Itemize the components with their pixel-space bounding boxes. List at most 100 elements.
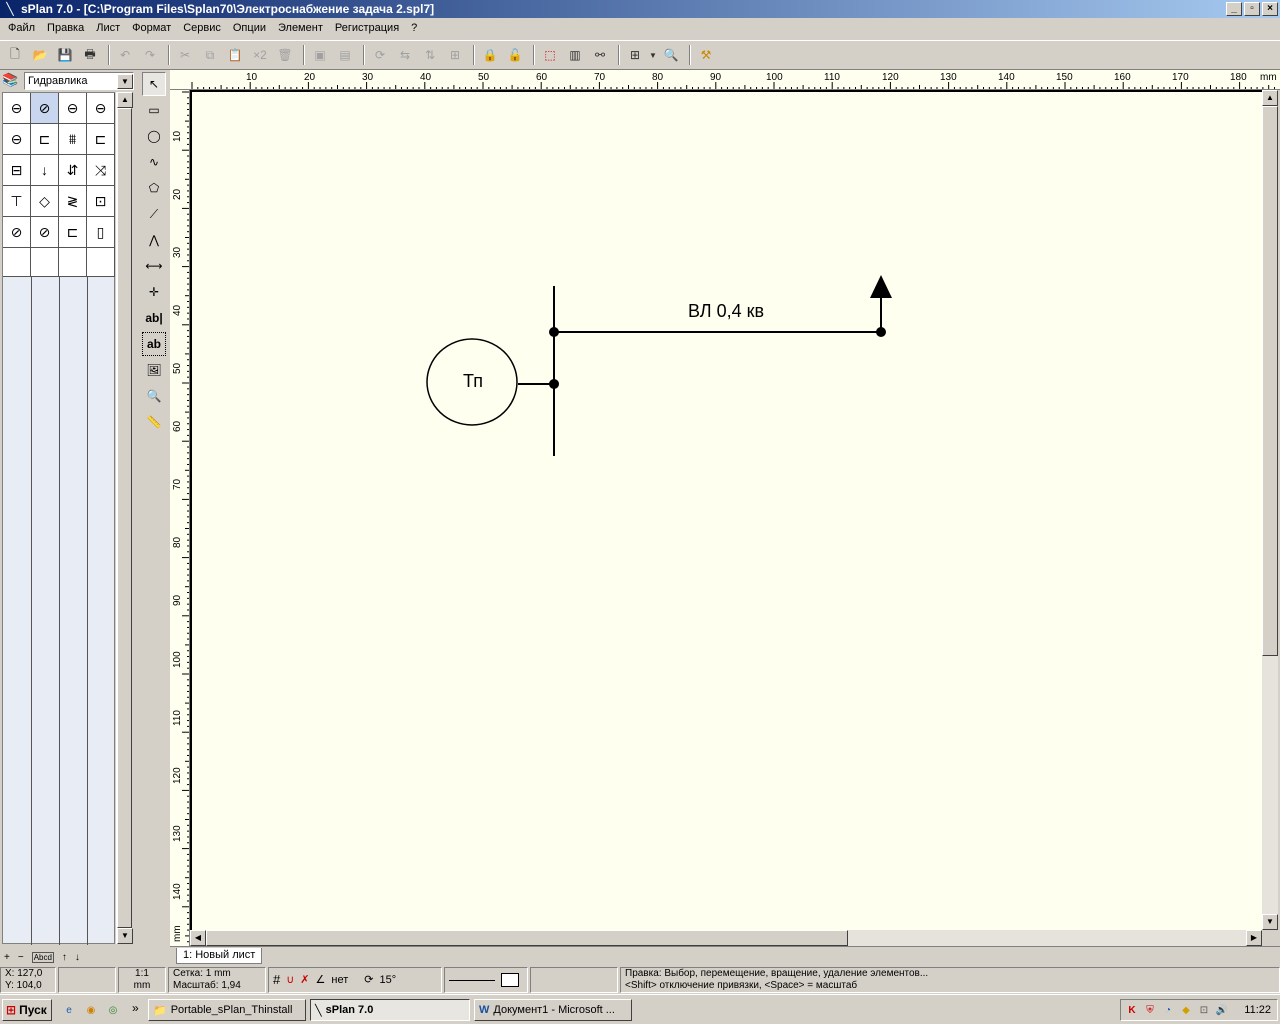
- menu-help[interactable]: ?: [405, 22, 423, 34]
- app-quicklaunch-2-icon[interactable]: ◎: [106, 1003, 120, 1017]
- connection-point-icon[interactable]: ✛: [142, 280, 166, 304]
- network-icon[interactable]: ⊡: [1197, 1003, 1211, 1017]
- library-scrollbar[interactable]: ▲ ▼: [116, 92, 133, 944]
- scroll-up-icon[interactable]: ▲: [117, 92, 133, 108]
- angle-icon[interactable]: ∠: [316, 974, 326, 986]
- menu-file[interactable]: Файл: [2, 22, 41, 34]
- library-dropdown[interactable]: Гидравлика ▼: [24, 72, 134, 90]
- junction-dot[interactable]: [549, 379, 559, 389]
- text-tool-button[interactable]: ab|: [142, 306, 166, 330]
- close-button[interactable]: ×: [1262, 2, 1278, 16]
- fill-color-preview[interactable]: [501, 973, 519, 987]
- rotation-angle[interactable]: 15°: [379, 974, 396, 986]
- image-tool-icon[interactable]: 🖼: [142, 358, 166, 382]
- menu-registration[interactable]: Регистрация: [329, 22, 405, 34]
- component-cross-valve-icon[interactable]: ⤨: [87, 155, 115, 186]
- snap-off-icon[interactable]: ✗: [300, 974, 309, 986]
- dimension-tool-icon[interactable]: ⟷: [142, 254, 166, 278]
- bezier-tool-icon[interactable]: ∿: [142, 150, 166, 174]
- drawing-canvas[interactable]: Тп ВЛ 0,4 кв: [190, 90, 1262, 930]
- canvas-vertical-scrollbar[interactable]: ▲ ▼: [1262, 90, 1278, 930]
- component-valve-icon[interactable]: ⊟: [3, 155, 31, 186]
- rectangle-tool-icon[interactable]: ▭: [142, 98, 166, 122]
- start-button[interactable]: ⊞ Пуск: [2, 999, 52, 1021]
- magnet-icon[interactable]: ∪: [286, 974, 294, 986]
- component-block-icon[interactable]: ⊤: [3, 186, 31, 217]
- ellipse-tool-icon[interactable]: ◯: [142, 124, 166, 148]
- task-portable-splan[interactable]: 📁 Portable_sPlan_Thinstall: [148, 999, 306, 1021]
- library-scroll-thumb[interactable]: [117, 108, 132, 928]
- undo-icon[interactable]: ↶: [114, 44, 136, 66]
- grid-dropdown-icon[interactable]: ▼: [649, 44, 657, 66]
- rename-library-button[interactable]: Abcd: [31, 951, 54, 963]
- menu-sheet[interactable]: Лист: [90, 22, 126, 34]
- library-editor-icon[interactable]: ⚒: [695, 44, 717, 66]
- component-actuator-icon[interactable]: ⊏: [59, 217, 87, 248]
- send-back-icon[interactable]: ▤: [334, 44, 356, 66]
- notification-icon[interactable]: ◆: [1179, 1003, 1193, 1017]
- restore-button[interactable]: ▫: [1244, 2, 1260, 16]
- polygon-tool-icon[interactable]: ⬠: [142, 176, 166, 200]
- measure-tool-icon[interactable]: 📏: [142, 410, 166, 434]
- component-throttle-2-icon[interactable]: ⊘: [31, 217, 59, 248]
- ie-icon[interactable]: e: [62, 1003, 76, 1017]
- copy-icon[interactable]: ⧉: [199, 44, 221, 66]
- scroll-right-icon[interactable]: ▶: [1246, 930, 1262, 946]
- kaspersky-icon[interactable]: K: [1125, 1003, 1139, 1017]
- component-cylinder-icon[interactable]: ⊏: [31, 124, 59, 155]
- group-icon[interactable]: ⊞: [444, 44, 466, 66]
- output-arrow-icon[interactable]: [870, 275, 892, 298]
- move-down-button[interactable]: ↓: [75, 952, 80, 963]
- canvas-vertical-thumb[interactable]: [1262, 106, 1278, 656]
- component-motor-icon[interactable]: ⊖: [59, 93, 87, 124]
- mirror-vertical-icon[interactable]: ⇅: [419, 44, 441, 66]
- mirror-horizontal-icon[interactable]: ⇆: [394, 44, 416, 66]
- canvas-horizontal-thumb[interactable]: [206, 930, 848, 946]
- cut-icon[interactable]: ✂: [174, 44, 196, 66]
- unlock-icon[interactable]: 🔓: [504, 44, 526, 66]
- menu-element[interactable]: Элемент: [272, 22, 329, 34]
- redo-icon[interactable]: ↷: [139, 44, 161, 66]
- zoom-tool-icon[interactable]: 🔍: [142, 384, 166, 408]
- app-quicklaunch-icon[interactable]: ◉: [84, 1003, 98, 1017]
- shield-icon[interactable]: ⛨: [1143, 1003, 1157, 1017]
- parts-list-icon[interactable]: ▥: [564, 44, 586, 66]
- component-regulator-icon[interactable]: ⊡: [87, 186, 115, 217]
- component-spring-valve-icon[interactable]: ≷: [59, 186, 87, 217]
- grid-toggle-icon[interactable]: #: [273, 973, 280, 986]
- component-pump-icon[interactable]: ⊖: [3, 93, 31, 124]
- component-variable-pump-icon[interactable]: ⊘: [31, 93, 59, 124]
- zoom-fit-icon[interactable]: 🔍: [660, 44, 682, 66]
- quicklaunch-more-icon[interactable]: »: [132, 1001, 139, 1015]
- menu-options[interactable]: Опции: [227, 22, 272, 34]
- save-icon[interactable]: 💾: [54, 44, 76, 66]
- line-label[interactable]: ВЛ 0,4 кв: [688, 301, 764, 321]
- select-arrow-icon[interactable]: ↖: [142, 72, 166, 96]
- component-cylinder-2-icon[interactable]: ⊏: [87, 124, 115, 155]
- dropdown-arrow-icon[interactable]: ▼: [117, 74, 133, 89]
- scroll-left-icon[interactable]: ◀: [190, 930, 206, 946]
- menu-format[interactable]: Формат: [126, 22, 177, 34]
- duplicate-button[interactable]: ×2: [249, 44, 271, 66]
- line-tool-icon[interactable]: ⟋: [142, 202, 166, 226]
- lock-icon[interactable]: 🔒: [479, 44, 501, 66]
- scroll-down-icon[interactable]: ▼: [117, 928, 133, 944]
- polyline-tool-icon[interactable]: ⋀: [142, 228, 166, 252]
- binoculars-icon[interactable]: ⚯: [589, 44, 611, 66]
- component-tank-icon[interactable]: ▯: [87, 217, 115, 248]
- component-check-valve-icon[interactable]: ◇: [31, 186, 59, 217]
- grid-icon[interactable]: ⊞: [624, 44, 646, 66]
- bring-front-icon[interactable]: ▣: [309, 44, 331, 66]
- delete-icon[interactable]: 🗑: [274, 44, 296, 66]
- scroll-down-icon[interactable]: ▼: [1262, 914, 1278, 930]
- junction-dot[interactable]: [549, 327, 559, 337]
- rotation-icon[interactable]: ⟳: [364, 974, 373, 986]
- task-word-document[interactable]: W Документ1 - Microsoft ...: [474, 999, 632, 1021]
- update-icon[interactable]: ◔: [1161, 1003, 1175, 1017]
- menu-service[interactable]: Сервис: [177, 22, 227, 34]
- new-file-icon[interactable]: 🗋: [4, 44, 26, 66]
- paste-icon[interactable]: 📋: [224, 44, 246, 66]
- open-folder-icon[interactable]: 📂: [29, 44, 51, 66]
- frame-icon[interactable]: ⬚: [539, 44, 561, 66]
- snap-value[interactable]: нет: [331, 974, 348, 986]
